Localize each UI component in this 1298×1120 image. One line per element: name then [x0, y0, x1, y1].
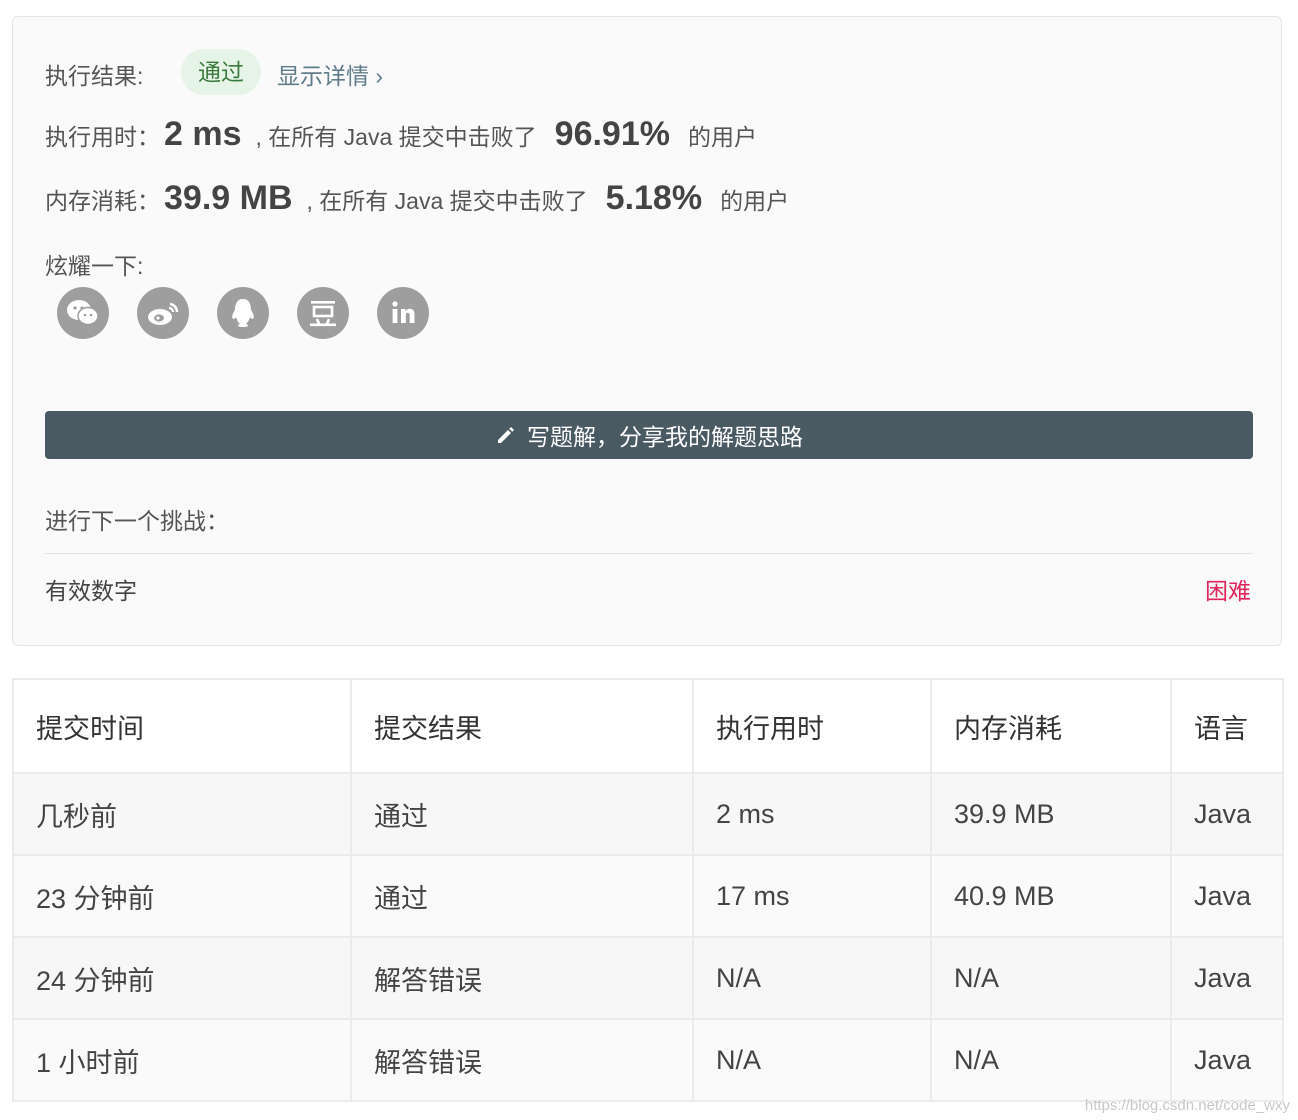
status-badge: 通过: [181, 49, 261, 95]
cell-result-link[interactable]: 通过: [350, 854, 694, 938]
write-solution-label: 写题解，分享我的解题思路: [527, 424, 803, 450]
memory-value: 39.9 MB: [164, 179, 293, 217]
cell-memory: 40.9 MB: [930, 854, 1172, 938]
cell-time: 24 分钟前: [12, 936, 352, 1020]
result-panel: 执行结果: 通过 显示详情 › 执行用时： 2 ms , 在所有 Java 提交…: [12, 16, 1282, 646]
cell-runtime: 2 ms: [692, 772, 932, 856]
watermark: https://blog.csdn.net/code_wxy: [1084, 1097, 1290, 1114]
cell-time: 1 小时前: [12, 1018, 352, 1102]
header-submit-time: 提交时间: [12, 678, 352, 774]
memory-stat: 内存消耗： 39.9 MB , 在所有 Java 提交中击败了 5.18% 的用…: [45, 179, 789, 218]
memory-percent: 5.18%: [605, 179, 703, 217]
share-label: 炫耀一下:: [45, 253, 144, 279]
cell-language: Java: [1170, 1018, 1284, 1102]
cell-runtime: 17 ms: [692, 854, 932, 938]
next-problem-link[interactable]: 有效数字: [45, 572, 137, 606]
cell-language: Java: [1170, 936, 1284, 1020]
cell-runtime: N/A: [692, 1018, 932, 1102]
cell-language: Java: [1170, 772, 1284, 856]
cell-result-link[interactable]: 解答错误: [350, 936, 694, 1020]
pencil-icon: [498, 427, 514, 443]
result-label: 执行结果:: [45, 63, 144, 89]
qq-icon[interactable]: [217, 287, 269, 339]
cell-time: 23 分钟前: [12, 854, 352, 938]
cell-memory: N/A: [930, 1018, 1172, 1102]
submissions-table: 提交时间 提交结果 执行用时 内存消耗 语言 几秒前 通过 2 ms 39.9 …: [12, 678, 1284, 1102]
write-solution-button[interactable]: 写题解，分享我的解题思路: [45, 411, 1253, 459]
runtime-stat: 执行用时： 2 ms , 在所有 Java 提交中击败了 96.91% 的用户: [45, 115, 757, 154]
cell-memory: N/A: [930, 936, 1172, 1020]
header-language: 语言: [1170, 678, 1284, 774]
cell-memory: 39.9 MB: [930, 772, 1172, 856]
table-row: 1 小时前 解答错误 N/A N/A Java: [12, 1018, 1284, 1102]
runtime-suffix: 的用户: [687, 124, 757, 150]
cell-time: 几秒前: [12, 772, 352, 856]
next-challenge-label: 进行下一个挑战：: [45, 508, 229, 534]
memory-label: 内存消耗：: [45, 188, 160, 214]
cell-result-link[interactable]: 解答错误: [350, 1018, 694, 1102]
runtime-mid-text: , 在所有 Java 提交中击败了: [255, 124, 537, 150]
cell-result-link[interactable]: 通过: [350, 772, 694, 856]
weibo-icon[interactable]: [137, 287, 189, 339]
memory-suffix: 的用户: [720, 188, 790, 214]
runtime-percent: 96.91%: [554, 115, 670, 153]
cell-language: Java: [1170, 854, 1284, 938]
header-runtime: 执行用时: [692, 678, 932, 774]
header-memory: 内存消耗: [930, 678, 1172, 774]
memory-mid-text: , 在所有 Java 提交中击败了: [306, 188, 588, 214]
table-row: 23 分钟前 通过 17 ms 40.9 MB Java: [12, 854, 1284, 938]
table-header-row: 提交时间 提交结果 执行用时 内存消耗 语言: [12, 678, 1284, 774]
douban-icon[interactable]: [297, 287, 349, 339]
table-row: 24 分钟前 解答错误 N/A N/A Java: [12, 936, 1284, 1020]
share-icons: [57, 287, 429, 339]
runtime-label: 执行用时：: [45, 124, 160, 150]
wechat-icon[interactable]: [57, 287, 109, 339]
linkedin-icon[interactable]: [377, 287, 429, 339]
runtime-value: 2 ms: [164, 115, 242, 153]
divider: [45, 553, 1253, 554]
show-details-link[interactable]: 显示详情 ›: [277, 57, 383, 91]
cell-runtime: N/A: [692, 936, 932, 1020]
header-submit-result: 提交结果: [350, 678, 694, 774]
table-row: 几秒前 通过 2 ms 39.9 MB Java: [12, 772, 1284, 856]
difficulty-badge: 困难: [1205, 578, 1251, 604]
